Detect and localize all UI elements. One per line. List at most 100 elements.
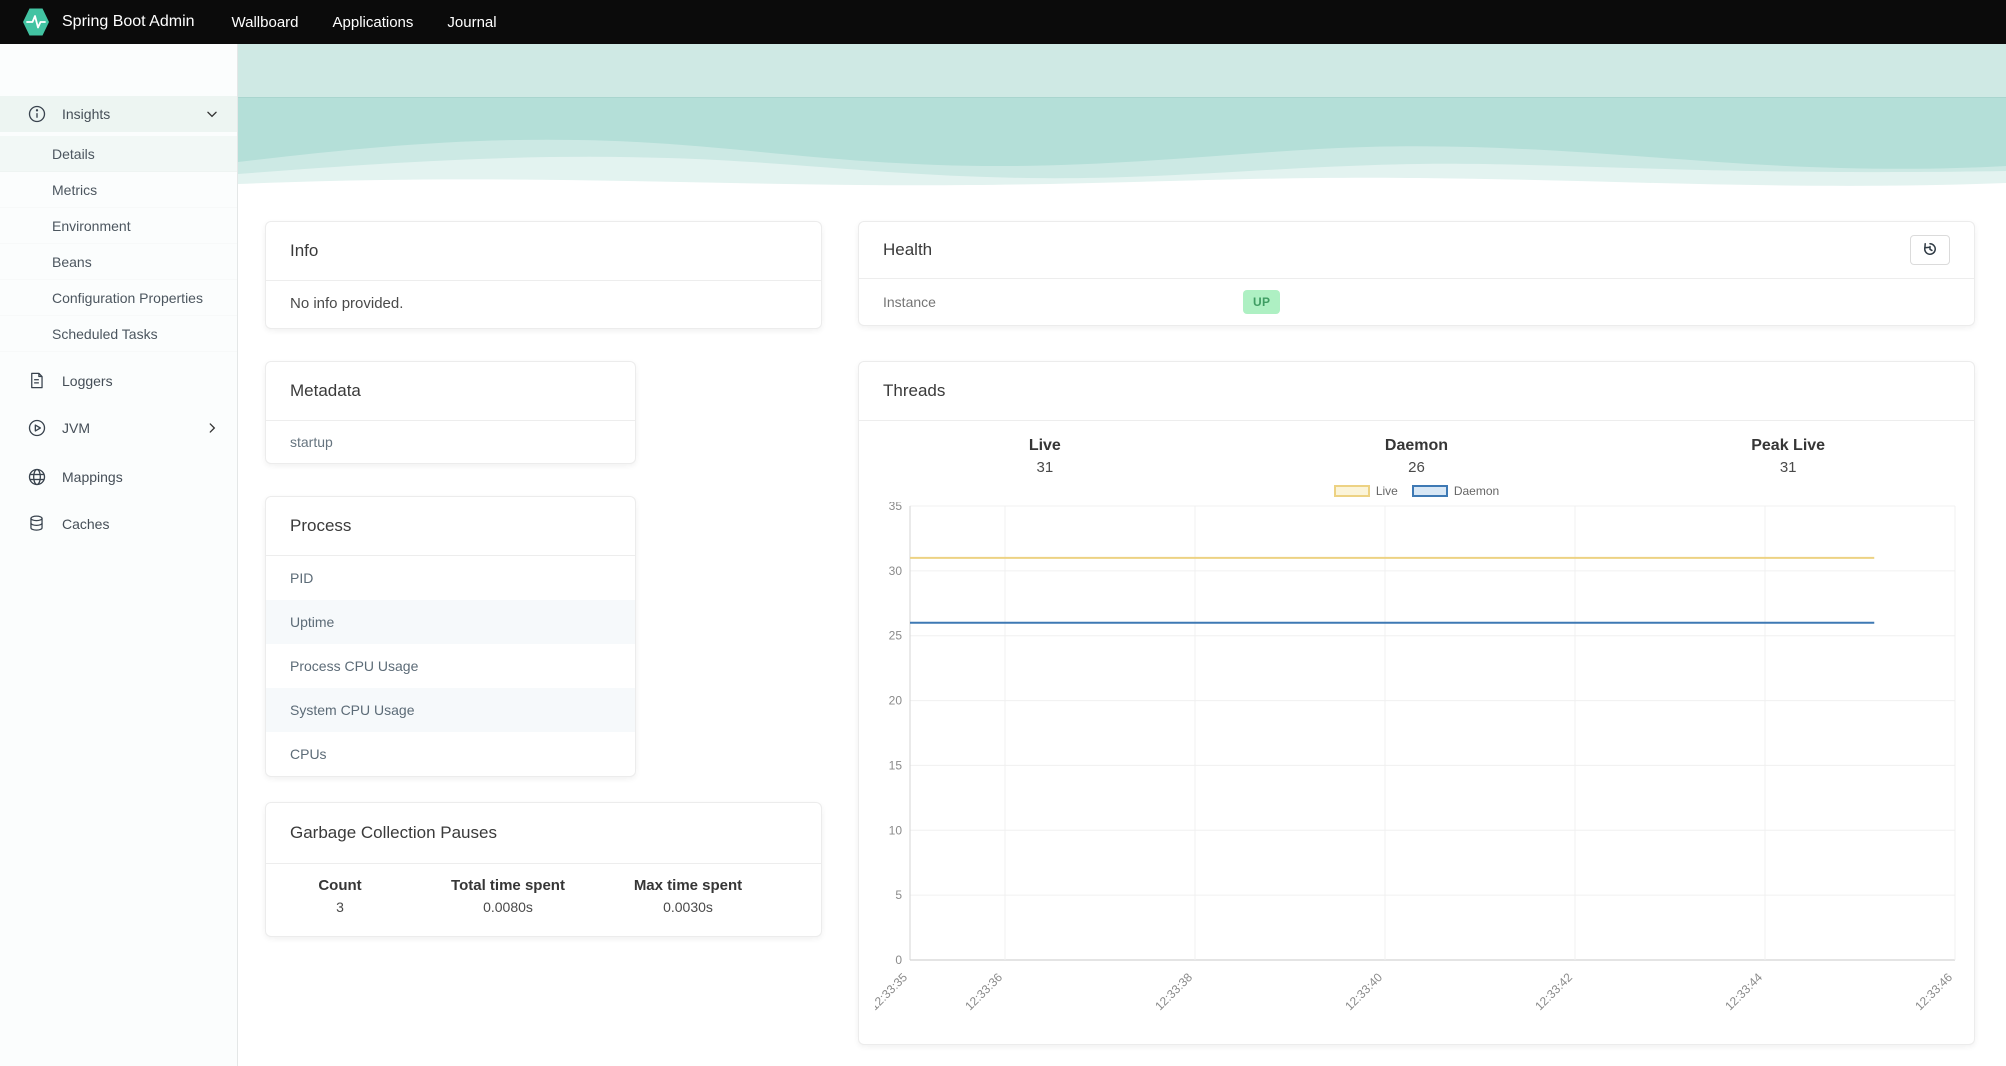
health-history-button[interactable] — [1910, 235, 1950, 265]
legend-daemon-label: Daemon — [1453, 484, 1500, 498]
sidebar-item-jvm[interactable]: JVM — [0, 408, 237, 448]
history-icon — [1921, 240, 1939, 261]
brand-logo-icon — [22, 7, 50, 37]
legend-live[interactable]: Live — [1333, 484, 1398, 498]
hero-wave-banner — [238, 44, 2006, 194]
sidebar: Insights Details Metrics Environment Bea… — [0, 44, 238, 1066]
threads-chart-legend: Live Daemon — [859, 484, 1974, 498]
globe-icon — [27, 467, 47, 487]
health-row-instance: Instance UP — [859, 279, 1974, 325]
brand-title: Spring Boot Admin — [62, 13, 195, 30]
legend-live-label: Live — [1375, 484, 1398, 498]
info-card-body: No info provided. — [290, 295, 404, 312]
svg-text:5: 5 — [895, 888, 902, 902]
nav-journal[interactable]: Journal — [430, 14, 513, 31]
info-card: Info No info provided. — [265, 221, 822, 329]
health-instance-label: Instance — [883, 294, 936, 310]
gc-pauses-card: Garbage Collection Pauses Count 3 Total … — [265, 802, 822, 937]
sidebar-item-loggers[interactable]: Loggers — [0, 361, 237, 401]
svg-text:30: 30 — [889, 564, 903, 578]
sidebar-item-beans[interactable]: Beans — [0, 244, 237, 280]
gc-col-count: Count 3 — [266, 877, 414, 915]
svg-text:35: 35 — [889, 502, 903, 513]
threads-card: Threads Live 31 Daemon 26 Peak Live 31 L… — [858, 361, 1975, 1045]
gc-total-value: 0.0080s — [483, 899, 533, 915]
threads-stats: Live 31 Daemon 26 Peak Live 31 — [859, 421, 1974, 476]
sidebar-item-label: Caches — [62, 516, 110, 532]
main-nav: Wallboard Applications Journal — [215, 14, 514, 31]
process-row-uptime: Uptime — [266, 600, 635, 644]
svg-text:12:33:44: 12:33:44 — [1722, 970, 1765, 1013]
chevron-down-icon — [205, 107, 219, 121]
process-card-title: Process — [290, 516, 352, 535]
svg-text:12:33:36: 12:33:36 — [962, 970, 1005, 1013]
gc-count-value: 3 — [336, 899, 344, 915]
stat-daemon-value: 26 — [1408, 459, 1425, 476]
threads-card-title: Threads — [883, 381, 946, 400]
svg-text:20: 20 — [889, 694, 903, 708]
svg-text:15: 15 — [889, 758, 903, 772]
legend-live-swatch — [1333, 485, 1370, 497]
metadata-card: Metadata startup — [265, 361, 636, 464]
svg-text:12:33:38: 12:33:38 — [1152, 970, 1195, 1013]
info-card-title: Info — [290, 241, 319, 260]
nav-wallboard[interactable]: Wallboard — [215, 14, 316, 31]
stat-peak-live-value: 31 — [1779, 459, 1797, 476]
stat-live: Live 31 — [859, 437, 1231, 476]
file-icon — [27, 371, 47, 391]
database-icon — [27, 514, 47, 534]
process-row-process-cpu: Process CPU Usage — [290, 658, 419, 674]
stat-daemon-label: Daemon — [1384, 437, 1449, 454]
sidebar-item-label: Insights — [62, 106, 111, 122]
gc-total-header: Total time spent — [451, 877, 565, 894]
nav-applications[interactable]: Applications — [316, 14, 431, 31]
sidebar-item-insights[interactable]: Insights — [0, 96, 237, 132]
sidebar-item-details[interactable]: Details — [0, 136, 237, 172]
sidebar-item-label: JVM — [62, 420, 90, 436]
sidebar-item-scheduled-tasks[interactable]: Scheduled Tasks — [0, 316, 237, 352]
gc-table: Count 3 Total time spent 0.0080s Max tim… — [266, 864, 821, 915]
play-circle-icon — [27, 418, 47, 438]
metadata-card-title: Metadata — [290, 381, 361, 400]
gc-col-max: Max time spent 0.0030s — [602, 877, 774, 915]
gc-max-value: 0.0030s — [663, 899, 713, 915]
stat-peak-live-label: Peak Live — [1751, 437, 1826, 454]
gc-count-header: Count — [318, 877, 362, 894]
svg-text:12:33:42: 12:33:42 — [1532, 970, 1575, 1013]
info-circle-icon — [27, 104, 47, 124]
threads-chart: 0 5 10 15 20 25 30 35 12:33:35 12:33:36 12:33:38 12… — [875, 502, 1956, 1013]
gc-col-total: Total time spent 0.0080s — [414, 877, 602, 915]
stat-peak-live: Peak Live 31 — [1602, 437, 1974, 476]
chevron-right-icon — [205, 421, 219, 435]
status-badge-up: UP — [1243, 290, 1281, 314]
sidebar-item-caches[interactable]: Caches — [0, 504, 237, 544]
gc-max-header: Max time spent — [633, 877, 743, 894]
metadata-row-startup: startup — [290, 434, 333, 450]
sidebar-item-metrics[interactable]: Metrics — [0, 172, 237, 208]
brand[interactable]: Spring Boot Admin — [22, 7, 195, 37]
svg-text:12:33:40: 12:33:40 — [1342, 970, 1385, 1013]
stat-live-value: 31 — [1036, 459, 1054, 476]
svg-text:10: 10 — [889, 823, 903, 837]
spring-boot-admin-app: Spring Boot Admin Wallboard Applications… — [0, 0, 2006, 1066]
stat-daemon: Daemon 26 — [1231, 437, 1603, 476]
sidebar-item-environment[interactable]: Environment — [0, 208, 237, 244]
svg-text:12:33:35: 12:33:35 — [875, 970, 910, 1013]
sidebar-item-configuration-properties[interactable]: Configuration Properties — [0, 280, 237, 316]
stat-live-label: Live — [1028, 437, 1061, 454]
gc-card-title: Garbage Collection Pauses — [290, 823, 497, 842]
sidebar-item-label: Mappings — [62, 469, 123, 485]
legend-daemon[interactable]: Daemon — [1411, 484, 1500, 498]
sidebar-item-label: Loggers — [62, 373, 113, 389]
process-row-pid: PID — [290, 570, 314, 586]
process-row-cpus: CPUs — [290, 746, 327, 762]
health-card-title: Health — [883, 240, 933, 259]
process-row-system-cpu: System CPU Usage — [266, 688, 635, 732]
svg-text:25: 25 — [889, 629, 903, 643]
process-card: Process PID Uptime Process CPU Usage Sys… — [265, 496, 636, 777]
legend-daemon-swatch — [1411, 485, 1448, 497]
sidebar-item-mappings[interactable]: Mappings — [0, 457, 237, 497]
health-card: Health Instance UP — [858, 221, 1975, 326]
top-navbar: Spring Boot Admin Wallboard Applications… — [0, 0, 2006, 44]
svg-text:12:33:46: 12:33:46 — [1912, 970, 1955, 1013]
